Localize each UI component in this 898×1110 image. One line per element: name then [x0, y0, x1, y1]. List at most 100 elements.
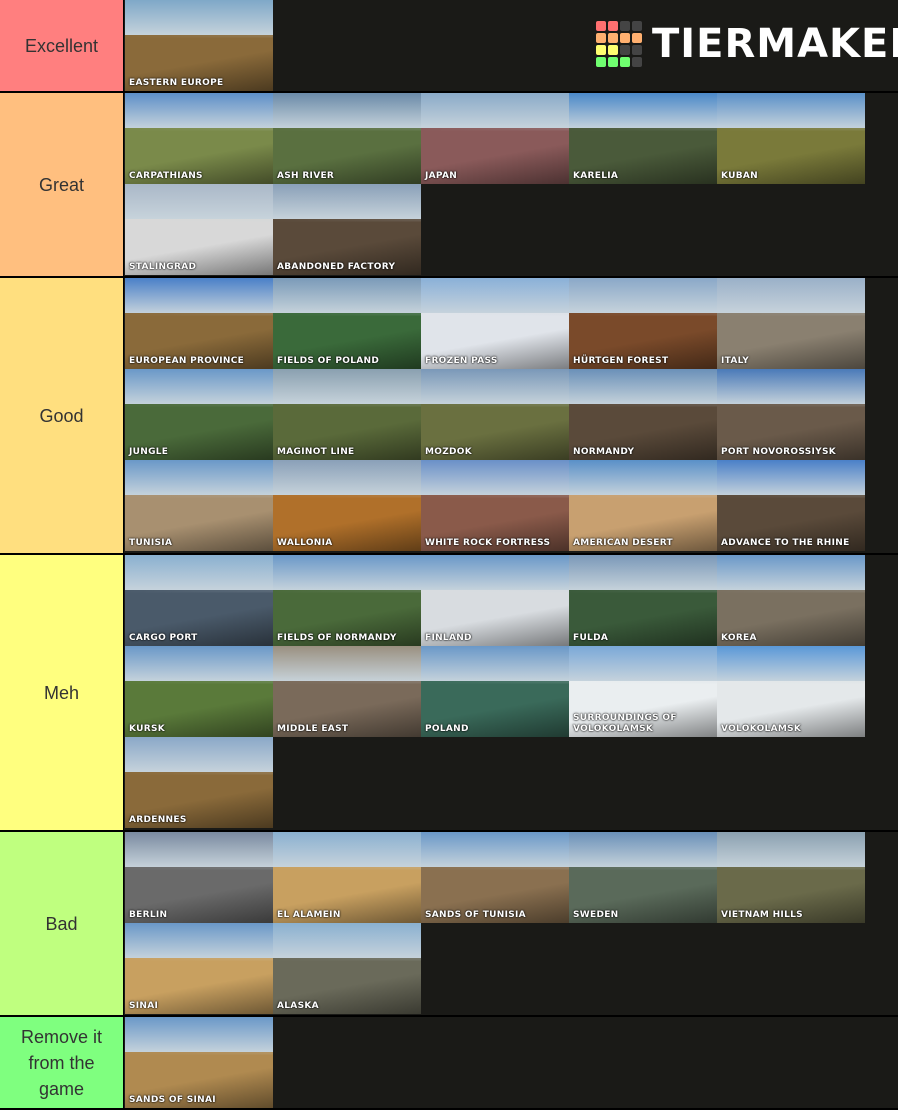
- logo-square: [596, 33, 606, 43]
- tier-label[interactable]: Meh: [0, 555, 124, 830]
- map-card[interactable]: Vietnam Hills: [717, 832, 865, 923]
- tier-items: Sands of Sinai: [124, 1017, 898, 1108]
- map-card[interactable]: El Alamein: [273, 832, 421, 923]
- map-card[interactable]: Sands of Tunisia: [421, 832, 569, 923]
- map-card[interactable]: Sinai: [125, 923, 273, 1014]
- tier-label[interactable]: Good: [0, 278, 124, 553]
- map-name: Fulda: [573, 633, 609, 643]
- map-name: Port Novorossiysk: [721, 447, 837, 457]
- map-name: Ash River: [277, 171, 335, 181]
- map-card[interactable]: Maginot Line: [273, 369, 421, 460]
- map-card[interactable]: Tunisia: [125, 460, 273, 551]
- map-name: Wallonia: [277, 538, 333, 548]
- map-card[interactable]: Jungle: [125, 369, 273, 460]
- logo-square: [608, 33, 618, 43]
- tier-items: European Province Fields of Poland Frozen …: [124, 278, 898, 553]
- map-name: Karelia: [573, 171, 619, 181]
- tier-label[interactable]: Great: [0, 93, 124, 276]
- map-card[interactable]: Poland: [421, 646, 569, 737]
- map-card[interactable]: Italy: [717, 278, 865, 369]
- tier-row: Meh Cargo Port Fields of Normandy Finland Fu…: [0, 555, 898, 832]
- map-card[interactable]: Normandy: [569, 369, 717, 460]
- map-card[interactable]: Surroundings of Volokolamsk: [569, 646, 717, 737]
- map-card[interactable]: Finland: [421, 555, 569, 646]
- map-card[interactable]: Stalingrad: [125, 184, 273, 275]
- map-name: Ardennes: [129, 815, 187, 825]
- map-card[interactable]: Fulda: [569, 555, 717, 646]
- map-name: Surroundings of Volokolamsk: [573, 713, 677, 734]
- map-name: Mozdok: [425, 447, 473, 457]
- map-name: Stalingrad: [129, 262, 197, 272]
- tier-label[interactable]: Remove it from the game: [0, 1017, 124, 1108]
- map-name: Carpathians: [129, 171, 203, 181]
- tiermaker-logo: TIERMAKER: [596, 20, 898, 68]
- map-card[interactable]: Wallonia: [273, 460, 421, 551]
- map-card[interactable]: Ash River: [273, 93, 421, 184]
- map-card[interactable]: Alaska: [273, 923, 421, 1014]
- tier-row: Bad Berlin El Alamein Sands of Tunisia Swede…: [0, 832, 898, 1017]
- map-card[interactable]: Ardennes: [125, 737, 273, 828]
- map-name: Tunisia: [129, 538, 173, 548]
- map-card[interactable]: Advance to the Rhine: [717, 460, 865, 551]
- logo-text: TIERMAKER: [652, 21, 898, 67]
- map-name: Sands of Sinai: [129, 1095, 216, 1105]
- map-name: American Desert: [573, 538, 673, 548]
- logo-square: [596, 57, 606, 67]
- tier-row: Good European Province Fields of Poland Fro…: [0, 278, 898, 555]
- map-name: Middle East: [277, 724, 349, 734]
- map-name: Poland: [425, 724, 469, 734]
- map-card[interactable]: Japan: [421, 93, 569, 184]
- map-name: Sands of Tunisia: [425, 910, 526, 920]
- map-card[interactable]: Korea: [717, 555, 865, 646]
- map-card[interactable]: Abandoned Factory: [273, 184, 421, 275]
- logo-square: [620, 57, 630, 67]
- map-name: Maginot Line: [277, 447, 355, 457]
- map-name: Kuban: [721, 171, 758, 181]
- tier-row: Great Carpathians Ash River Japan Karelia Kub…: [0, 93, 898, 278]
- map-card[interactable]: Cargo Port: [125, 555, 273, 646]
- map-name: Hürtgen Forest: [573, 356, 669, 366]
- map-card[interactable]: Fields of Normandy: [273, 555, 421, 646]
- map-name: Abandoned Factory: [277, 262, 396, 272]
- tier-label[interactable]: Excellent: [0, 0, 124, 91]
- map-name: Sinai: [129, 1001, 159, 1011]
- map-card[interactable]: Karelia: [569, 93, 717, 184]
- map-card[interactable]: American Desert: [569, 460, 717, 551]
- map-name: Finland: [425, 633, 472, 643]
- tier-items: Berlin El Alamein Sands of Tunisia Sweden Vi…: [124, 832, 898, 1015]
- logo-square: [608, 45, 618, 55]
- map-name: Fields of Normandy: [277, 633, 397, 643]
- map-card[interactable]: Carpathians: [125, 93, 273, 184]
- map-card[interactable]: Fields of Poland: [273, 278, 421, 369]
- map-card[interactable]: Middle East: [273, 646, 421, 737]
- logo-square: [596, 21, 606, 31]
- logo-square: [632, 33, 642, 43]
- map-card[interactable]: Hürtgen Forest: [569, 278, 717, 369]
- map-name: Frozen Pass: [425, 356, 498, 366]
- tier-label[interactable]: Bad: [0, 832, 124, 1015]
- map-name: Sweden: [573, 910, 619, 920]
- map-card[interactable]: Port Novorossiysk: [717, 369, 865, 460]
- tier-row: Remove it from the game Sands of Sinai: [0, 1017, 898, 1110]
- map-name: European Province: [129, 356, 245, 366]
- map-name: Berlin: [129, 910, 168, 920]
- map-card[interactable]: Sweden: [569, 832, 717, 923]
- map-card[interactable]: White Rock Fortress: [421, 460, 569, 551]
- map-name: Alaska: [277, 1001, 319, 1011]
- map-name: Fields of Poland: [277, 356, 380, 366]
- map-card[interactable]: Berlin: [125, 832, 273, 923]
- map-card[interactable]: Frozen Pass: [421, 278, 569, 369]
- map-name: El Alamein: [277, 910, 341, 920]
- map-card[interactable]: Kuban: [717, 93, 865, 184]
- map-card[interactable]: European Province: [125, 278, 273, 369]
- tier-board: Excellent Eastern Europe Great Carpathians A…: [0, 0, 898, 1110]
- map-card[interactable]: Eastern Europe: [125, 0, 273, 91]
- map-name: Vietnam Hills: [721, 910, 803, 920]
- logo-square: [632, 21, 642, 31]
- map-card[interactable]: Mozdok: [421, 369, 569, 460]
- map-card[interactable]: Volokolamsk: [717, 646, 865, 737]
- map-card[interactable]: Sands of Sinai: [125, 1017, 273, 1108]
- logo-square: [596, 45, 606, 55]
- map-card[interactable]: Kursk: [125, 646, 273, 737]
- map-name: Volokolamsk: [721, 724, 802, 734]
